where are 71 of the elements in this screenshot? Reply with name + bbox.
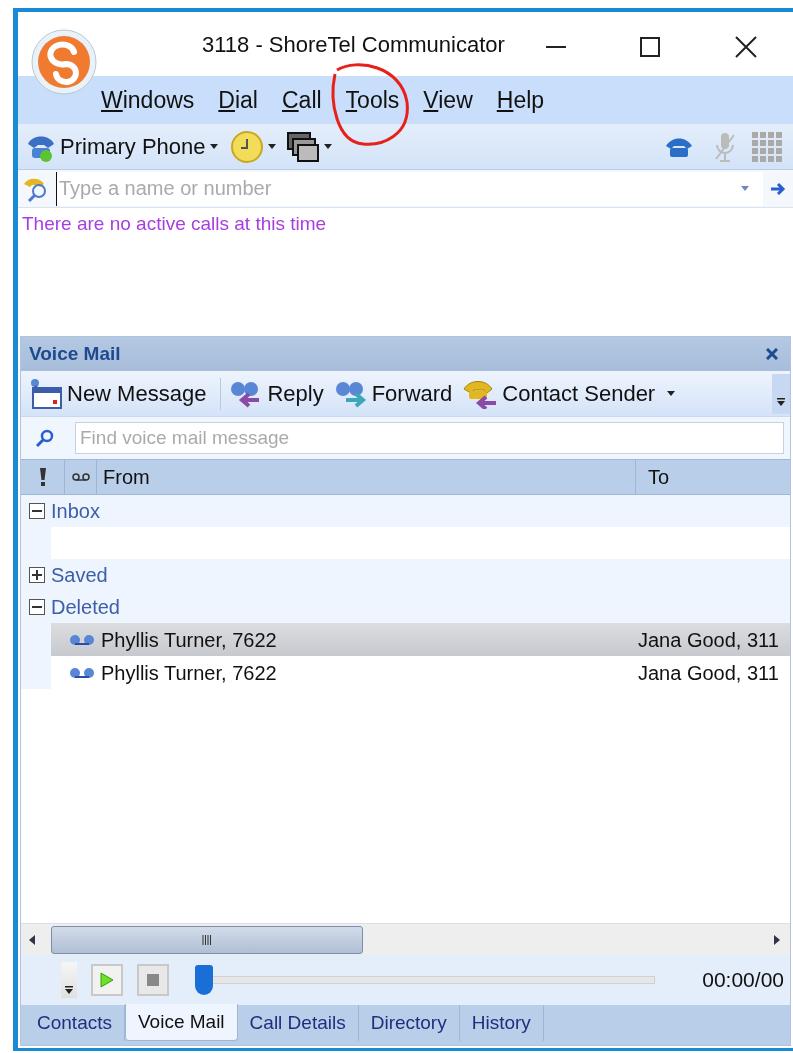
voicemail-icon [69,633,95,646]
caret-icon [267,144,276,149]
maximize-icon [640,37,660,57]
column-header[interactable]: To [636,460,790,494]
slider-thumb[interactable] [195,965,213,995]
group-label: Deleted [51,595,120,620]
collapse-button[interactable] [29,503,45,519]
group-label: Saved [51,563,108,588]
table-cell-text: Phyllis Turner, 7622 [101,627,278,653]
caret-icon [777,397,785,406]
tab[interactable]: Voice Mail [125,1004,238,1041]
playback-time: 00:00/00 [702,967,784,994]
table-cell-text: Phyllis Turner, 7622 [101,660,278,686]
search-icon [35,428,55,448]
column-header[interactable]: From [97,460,636,494]
toolbar-overflow-button[interactable] [772,373,790,414]
toolbar-button[interactable]: Forward [331,377,455,410]
table-cell-text: Jana Good, 311 [638,627,779,653]
microphone-icon [714,130,736,163]
envelope-icon [29,377,63,410]
plus-icon [32,570,42,580]
voicemail-icon [71,473,90,481]
caret-icon [741,186,749,191]
panel-title: Voice Mail [29,341,121,366]
tab[interactable]: Directory [358,1005,460,1041]
toolbar-button[interactable]: Contact Sender [460,377,678,410]
status-message: There are no active calls at this time [22,213,327,234]
horizontal-scrollbar[interactable] [21,923,790,955]
caret-icon [209,144,218,149]
window-title: 3118 - ShoreTel Communicator [202,30,505,59]
menu-item[interactable]: View [420,80,476,120]
group-label: Inbox [51,499,100,524]
close-icon [766,348,778,360]
toolbar-button[interactable]: Reply [227,377,326,410]
search-field[interactable]: Find voice mail message [75,422,784,454]
menu-item[interactable]: Call [278,80,325,120]
tab[interactable]: Call Details [237,1005,359,1041]
message-row[interactable]: Phyllis Turner, 7622 Jana Good, 311 [51,656,790,689]
keypad-icon [752,131,782,162]
phone-icon [462,378,499,409]
exclamation-icon [39,468,46,486]
menu-item[interactable]: Dial [215,80,261,120]
stop-button[interactable] [137,964,169,996]
primary-phone-dropdown[interactable]: Primary Phone [60,130,218,163]
menu-item[interactable]: Windows [98,80,198,120]
forward-icon [333,379,368,408]
grip-icon [202,934,212,945]
menu-item[interactable]: Tools [342,80,403,120]
caret-icon [323,144,332,149]
windows-dropdown[interactable] [285,130,332,163]
tab[interactable]: Contacts [25,1005,125,1041]
clock-icon [229,129,264,164]
menu-item[interactable]: Help [493,80,548,120]
tab[interactable]: History [459,1005,544,1041]
clock-dropdown[interactable] [229,129,276,164]
arrow-icon [770,181,786,196]
table-cell-text: Jana Good, 311 [638,660,779,686]
playback-slider[interactable] [195,965,655,995]
expand-button[interactable] [29,567,45,583]
minimize-icon [546,46,566,48]
stop-icon [147,974,159,986]
play-icon [100,972,114,988]
collapse-button[interactable] [29,599,45,615]
windows-icon [285,130,320,163]
caret-icon [65,986,73,994]
volume-dropdown[interactable] [61,962,77,998]
message-row[interactable]: Phyllis Turner, 7622 Jana Good, 311 [51,623,790,656]
toolbar-button[interactable]: New Message [27,377,209,410]
voicemail-icon [69,666,95,679]
close-icon [735,36,757,58]
scrollbar-thumb[interactable] [51,925,363,954]
